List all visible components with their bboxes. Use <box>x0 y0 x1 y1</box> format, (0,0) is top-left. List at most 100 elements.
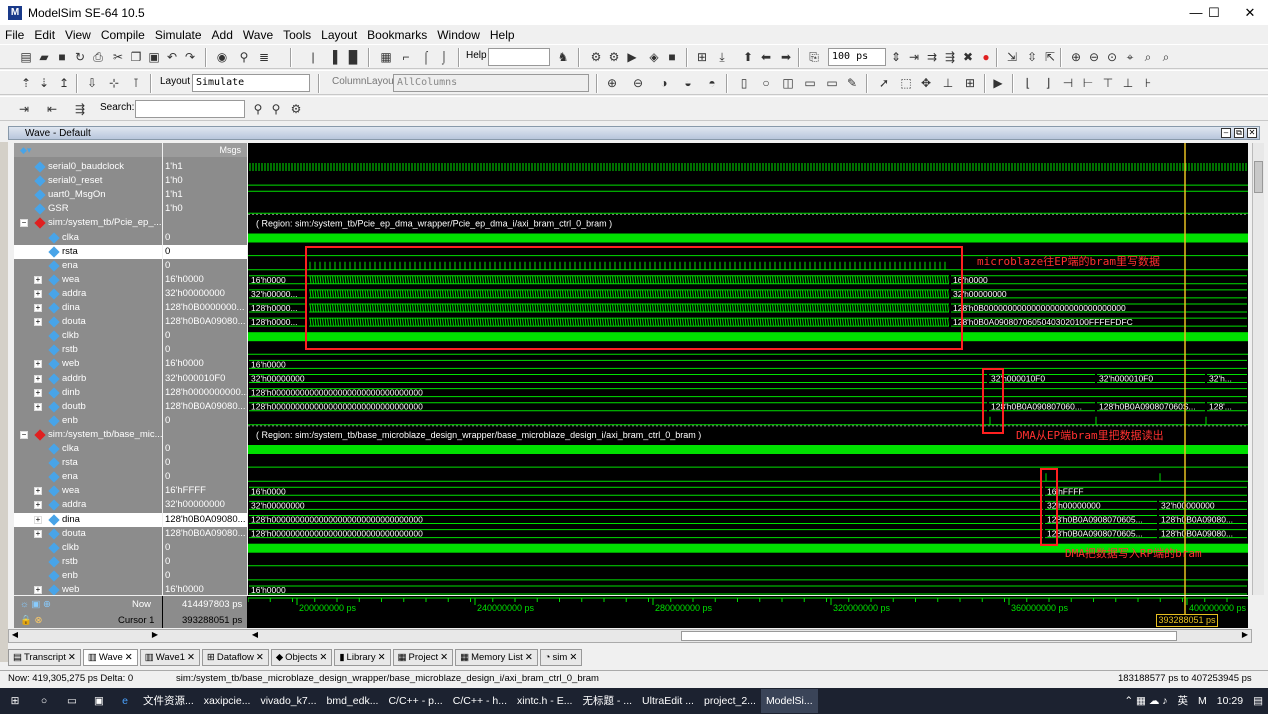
edge-x-icon[interactable]: ⊥ <box>1120 75 1136 91</box>
expand-icon[interactable]: ⊹ <box>106 75 122 91</box>
search-next-icon[interactable]: ⚲ <box>268 101 284 117</box>
sim-break-icon[interactable]: ◈ <box>646 49 662 65</box>
back-arrow-icon[interactable]: ⬅ <box>758 49 774 65</box>
wave-del-icon[interactable]: ⊖ <box>630 75 646 91</box>
grid2-icon[interactable]: ⊞ <box>962 75 978 91</box>
zoom-full-icon[interactable]: ⊙ <box>1104 49 1120 65</box>
expand-icon[interactable]: + <box>34 529 42 538</box>
grid-icon[interactable]: ▦ <box>378 49 394 65</box>
menu-wave[interactable]: Wave <box>238 28 278 42</box>
continue-icon[interactable]: ⇉ <box>924 49 940 65</box>
vertical-scrollbar[interactable] <box>1252 143 1264 595</box>
column-layout-select[interactable]: AllColumns <box>393 74 589 92</box>
step-icon[interactable]: ⇲ <box>1004 49 1020 65</box>
layout-select[interactable]: Simulate <box>192 74 310 92</box>
up2-icon[interactable]: ↥ <box>56 75 72 91</box>
notification-icon[interactable]: ▤ <box>1248 689 1268 713</box>
cursor-lock-icon[interactable]: 🔒 ⊗ <box>20 615 42 626</box>
wave-close-icon[interactable]: ✕ <box>1247 128 1257 138</box>
menu-help[interactable]: Help <box>485 28 520 42</box>
task-untitled[interactable]: 无标题 - ... <box>577 689 637 713</box>
signal-name-row[interactable]: + wea <box>14 484 162 498</box>
edge-next-icon[interactable]: ⌋ <box>1040 75 1056 91</box>
store-icon[interactable]: ▣ <box>86 689 112 713</box>
filter-icon[interactable]: ⇶ <box>72 101 88 117</box>
signal-name-row[interactable]: enb <box>14 569 162 583</box>
signal-name-row[interactable]: rstb <box>14 555 162 569</box>
menu-view[interactable]: View <box>60 28 96 42</box>
close-button[interactable]: ✕ <box>1232 0 1268 25</box>
edge-rise-icon[interactable]: ⊢ <box>1080 75 1096 91</box>
edge-z-icon[interactable]: ⊦ <box>1140 75 1156 91</box>
task-view-icon[interactable]: ▭ <box>58 689 86 713</box>
task-explorer[interactable]: 文件资源... <box>138 689 199 713</box>
vertical-scroll-thumb[interactable] <box>1254 161 1263 193</box>
zoom-range-icon[interactable]: ⌕ <box>1140 49 1156 65</box>
task-bmd-edk[interactable]: bmd_edk... <box>322 689 384 713</box>
horizontal-scrollbar[interactable]: ◀ ▶ ◀ ▶ <box>8 629 1252 643</box>
find-icon[interactable]: ⚲ <box>236 49 252 65</box>
loop-icon[interactable]: ○ <box>758 75 774 91</box>
paste-icon[interactable]: ▣ <box>146 49 162 65</box>
signal-name-row[interactable]: rsta <box>14 244 162 259</box>
expand-icon[interactable]: + <box>34 360 42 369</box>
help-search-input[interactable] <box>488 48 550 66</box>
down-icon[interactable]: ⇣ <box>36 75 52 91</box>
sim-config-icon[interactable]: ⚙ <box>588 49 604 65</box>
signal-name-row[interactable]: serial0_reset <box>14 174 162 188</box>
signal-name-row[interactable]: + addrb <box>14 372 162 386</box>
cursor-flag[interactable]: 393288051 ps <box>1156 614 1218 627</box>
bar-dark-icon[interactable]: █ <box>345 49 361 65</box>
menu-compile[interactable]: Compile <box>96 28 150 42</box>
wave-add-icon[interactable]: ⊕ <box>604 75 620 91</box>
signal-name-row[interactable]: enb <box>14 414 162 428</box>
save-icon[interactable]: ■ <box>54 49 70 65</box>
signal-name-row[interactable]: + web <box>14 357 162 371</box>
frame-icon[interactable]: ▭ <box>802 75 818 91</box>
task-project[interactable]: project_2... <box>699 689 761 713</box>
wave-scroll-right-icon[interactable]: ▶ <box>1239 630 1251 642</box>
compile-icon[interactable]: ◉ <box>214 49 230 65</box>
tab-transcript[interactable]: ▤ Transcript ✕ <box>8 649 81 666</box>
insert-icon[interactable]: ⇥ <box>16 101 32 117</box>
binoculars-icon[interactable]: ♞ <box>555 49 571 65</box>
break-icon[interactable]: ✖ <box>960 49 976 65</box>
wave-color-icon[interactable]: ◑ <box>656 75 672 91</box>
signal-name-row[interactable]: clka <box>14 442 162 456</box>
signal-name-row[interactable]: + douta <box>14 315 162 329</box>
reload-icon[interactable]: ↻ <box>72 49 88 65</box>
ime-mode-icon[interactable]: M <box>1193 689 1212 713</box>
cut-icon[interactable]: ✂ <box>110 49 126 65</box>
expand-icon[interactable]: + <box>34 586 42 594</box>
task-sdk-h[interactable]: C/C++ - h... <box>448 689 512 713</box>
start-icon[interactable]: ⊞ <box>0 689 30 713</box>
signal-name-row[interactable]: + web <box>14 583 162 595</box>
menu-simulate[interactable]: Simulate <box>150 28 207 42</box>
signal-name-row[interactable]: ena <box>14 470 162 484</box>
format-icon[interactable]: ≣ <box>256 49 272 65</box>
step-over-icon[interactable]: ⇳ <box>1024 49 1040 65</box>
menu-bookmarks[interactable]: Bookmarks <box>362 28 432 42</box>
pointer-icon[interactable]: ➚ <box>876 75 892 91</box>
tab-objects[interactable]: ◆ Objects ✕ <box>270 649 333 666</box>
tab-memory-list[interactable]: ▦ Memory List ✕ <box>455 649 538 666</box>
run-all-icon[interactable]: ⇶ <box>942 49 958 65</box>
search-opt-icon[interactable]: ⚙ <box>288 101 304 117</box>
signal-name-row[interactable]: + addra <box>14 287 162 301</box>
menu-window[interactable]: Window <box>432 28 485 42</box>
tab-dataflow[interactable]: ⊞ Dataflow ✕ <box>201 649 269 666</box>
edge-fall-icon[interactable]: ⊤ <box>1100 75 1116 91</box>
step-one-icon[interactable]: ▯ <box>736 75 752 91</box>
up-arrow-icon[interactable]: ⬆ <box>740 49 756 65</box>
wave-group-icon[interactable]: ◒ <box>680 75 696 91</box>
expand-icon[interactable]: + <box>34 304 42 312</box>
zoom-in-icon[interactable]: ⊕ <box>1068 49 1084 65</box>
collapse-icon[interactable]: − <box>20 219 28 228</box>
expand-icon[interactable]: + <box>34 487 42 496</box>
expand-icon[interactable]: + <box>34 289 42 298</box>
wave-undock-icon[interactable]: ⧉ <box>1234 128 1244 138</box>
signal-name-row[interactable]: − sim:/system_tb/Pcie_ep_... <box>14 216 162 230</box>
signal-name-row[interactable]: uart0_MsgOn <box>14 188 162 202</box>
waveform-canvas[interactable]: ( Region: sim:/system_tb/Pcie_ep_dma_wra… <box>248 143 1248 595</box>
signal-name-row[interactable]: − sim:/system_tb/base_mic... <box>14 428 162 442</box>
